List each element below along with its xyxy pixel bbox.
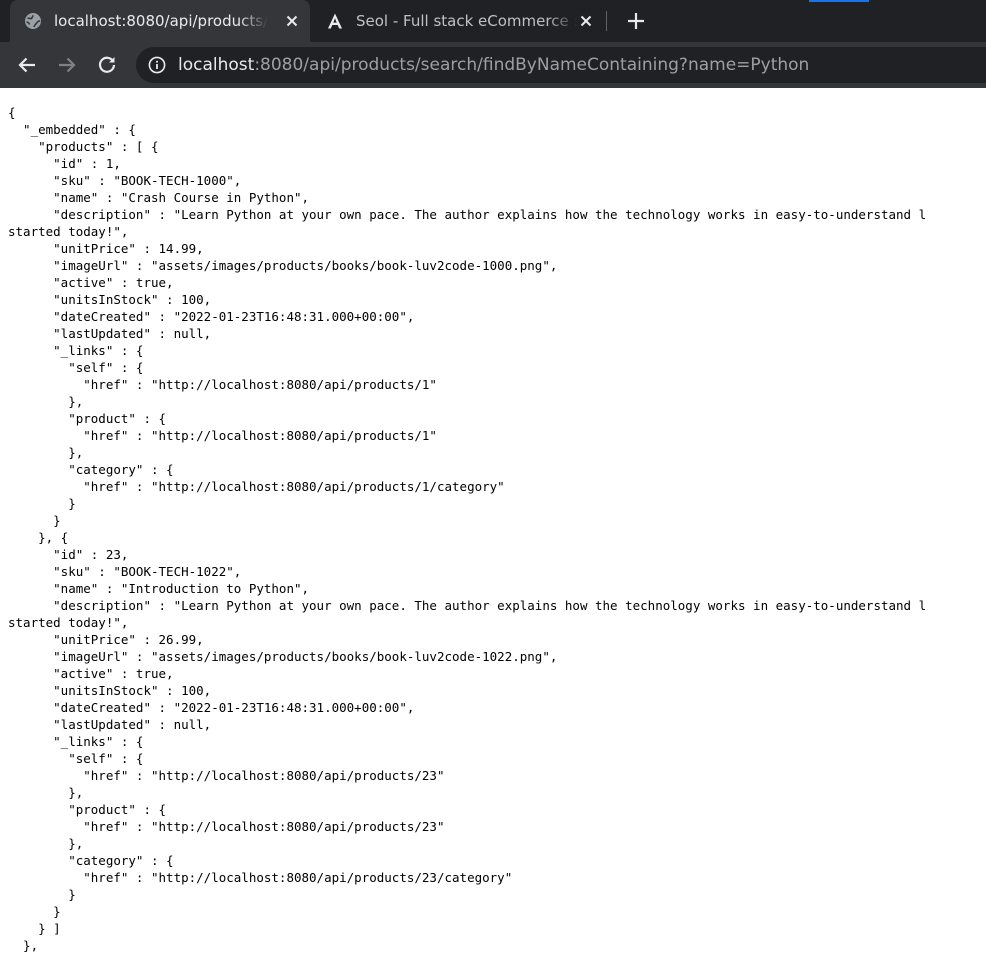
back-button[interactable] [13,51,41,79]
tab-strip: localhost:8080/api/products/search/findB… [0,0,986,42]
reload-button[interactable] [93,51,121,79]
json-response-body: { "_embedded" : { "products" : [ { "id" … [8,105,927,953]
page-content: { "_embedded" : { "products" : [ { "id" … [0,88,986,953]
arrow-left-icon [18,57,35,73]
globe-icon [24,12,42,30]
tab-angular-ecommerce[interactable]: Seol - Full stack eCommerce : Angular [314,0,604,42]
url-text[interactable]: localhost:8080/api/products/search/findB… [178,55,809,75]
tab-title: Seol - Full stack eCommerce : Angular [356,12,578,30]
close-tab-icon[interactable] [578,13,594,29]
close-tab-icon[interactable] [284,13,300,29]
info-icon[interactable] [148,56,166,74]
new-tab-button[interactable] [624,9,648,33]
browser-toolbar: localhost:8080/api/products/search/findB… [0,42,986,88]
arrow-right-icon [59,57,76,73]
tab-separator [606,11,607,31]
angular-icon [326,12,344,30]
forward-button[interactable] [53,51,81,79]
reload-icon [98,56,116,73]
plus-icon [628,13,644,29]
address-bar[interactable]: localhost:8080/api/products/search/findB… [136,47,986,83]
tab-products-search[interactable]: localhost:8080/api/products/search/findB… [10,0,310,42]
url-path: :8080/api/products/search/findByNameCont… [254,55,810,75]
url-host: localhost [178,55,255,75]
window-accent [809,0,869,2]
tab-title: localhost:8080/api/products/search/findB… [54,12,268,30]
